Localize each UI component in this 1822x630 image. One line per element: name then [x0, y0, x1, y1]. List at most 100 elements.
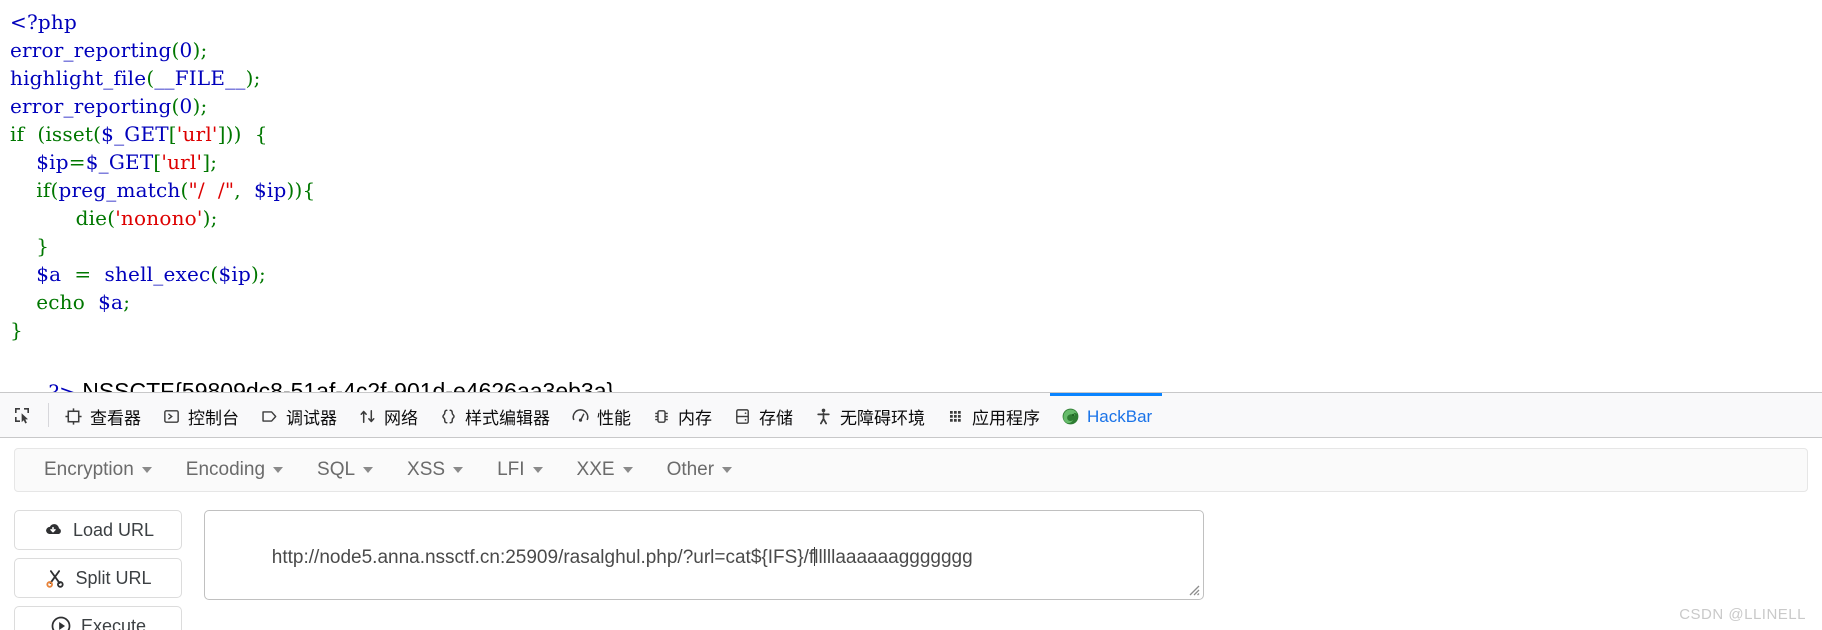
code-token: if [36, 178, 51, 202]
code-token: 0 [179, 94, 193, 118]
devtools-tab-debugger[interactable]: 调试器 [249, 393, 347, 437]
code-token: ) [245, 66, 254, 90]
code-token: { [302, 178, 316, 202]
code-token: 'url' [161, 150, 203, 174]
code-line: die('nonono'); [10, 204, 1822, 232]
devtools-tab-style-editor[interactable]: 样式编辑器 [428, 393, 560, 437]
devtools-tab-memory[interactable]: 内存 [641, 393, 722, 437]
accessibility-icon [813, 407, 833, 427]
code-line: <?php [10, 8, 1822, 36]
devtools-tab-storage[interactable]: 存储 [722, 393, 803, 437]
hackbar-menu-list: Encryption Encoding SQL XSS LFI XXE Other [27, 459, 749, 481]
code-token: preg_match [58, 178, 181, 202]
hackbar-menu-xss[interactable]: XSS [390, 459, 480, 481]
code-token: __FILE__ [154, 66, 246, 90]
code-line: $a = shell_exec($ip); [10, 260, 1822, 288]
chevron-down-icon [273, 467, 284, 473]
hackbar-menu-lfi[interactable]: LFI [480, 459, 559, 481]
code-line: error_reporting(0); [10, 92, 1822, 120]
devtools-tab-label: 内存 [678, 409, 712, 428]
devtools-tab-label: 样式编辑器 [465, 409, 550, 428]
code-line: highlight_file(__FILE__); [10, 64, 1822, 92]
devtools-tab-network[interactable]: 网络 [347, 393, 428, 437]
memory-icon [651, 407, 671, 427]
load-url-button[interactable]: Load URL [14, 510, 182, 550]
code-token: error_reporting [10, 94, 172, 118]
devtools-tab-accessibility[interactable]: 无障碍环境 [803, 393, 935, 437]
code-token: highlight_file [10, 66, 147, 90]
chevron-down-icon [363, 467, 374, 473]
code-token: } [10, 234, 50, 258]
devtools-tab-inspector[interactable]: 查看器 [53, 393, 151, 437]
code-token: $ip [218, 262, 251, 286]
code-token: $ip [36, 150, 69, 174]
split-url-button[interactable]: Split URL [14, 558, 182, 598]
code-line: } [10, 232, 1822, 260]
code-token: ( [93, 122, 102, 146]
execute-button[interactable]: Execute [14, 606, 182, 630]
element-picker-button[interactable] [0, 393, 44, 437]
code-lines: <?php error_reporting(0); highlight_file(_… [10, 8, 1822, 344]
url-input[interactable]: http://node5.anna.nssctf.cn:25909/rasalg… [204, 510, 1204, 600]
scissors-icon [44, 567, 66, 589]
devtools-toolbar: 查看器 控制台 调试器 网络 样式编辑器 性能 内存 存储 无障碍环境 应用程序 HackBar [0, 392, 1822, 438]
hackbar-firefox-icon [1060, 407, 1080, 427]
code-token: ; [210, 206, 218, 230]
devtools-tab-performance[interactable]: 性能 [560, 393, 641, 437]
code-token: ; [123, 290, 131, 314]
hackbar-menu-label: Encryption [44, 459, 134, 480]
code-token: } [10, 318, 23, 342]
hackbar-menu-encoding[interactable]: Encoding [169, 459, 300, 481]
hackbar-menu-other[interactable]: Other [650, 459, 750, 481]
code-token: ])) [217, 122, 242, 146]
devtools-tab-console[interactable]: 控制台 [151, 393, 249, 437]
code-line: echo $a; [10, 288, 1822, 316]
element-picker-icon [15, 408, 29, 424]
split-url-label: Split URL [75, 567, 152, 588]
code-token: ; [200, 38, 208, 62]
code-token: ( [24, 122, 46, 146]
devtools-tab-label: 存储 [759, 409, 793, 428]
devtools-tab-list: 查看器 控制台 调试器 网络 样式编辑器 性能 内存 存储 无障碍环境 应用程序 HackBar [53, 393, 1163, 437]
csdn-watermark: CSDN @LLINELL [1679, 606, 1806, 623]
devtools-tab-hackbar-firefox[interactable]: HackBar [1050, 393, 1163, 437]
storage-icon [732, 407, 752, 427]
hackbar-menu-sql[interactable]: SQL [300, 459, 390, 481]
hackbar-panel: Encryption Encoding SQL XSS LFI XXE Other Load… [0, 438, 1822, 630]
devtools-tab-application[interactable]: 应用程序 [935, 393, 1050, 437]
resize-grip-icon[interactable] [1184, 580, 1200, 596]
code-token: $a [36, 262, 62, 286]
php-source-listing: <?php error_reporting(0); highlight_file(_… [0, 0, 1822, 404]
console-icon [161, 407, 181, 427]
hackbar-menu-encryption[interactable]: Encryption [27, 459, 169, 481]
chevron-down-icon [453, 467, 464, 473]
code-token: ; [253, 66, 261, 90]
screenshot-root: <?php error_reporting(0); highlight_file(_… [0, 0, 1822, 630]
chevron-down-icon [722, 467, 733, 473]
code-token: 'url' [176, 122, 218, 146]
url-text-before-caret: http://node5.anna.nssctf.cn:25909/rasalg… [271, 547, 815, 568]
code-token: 0 [179, 38, 193, 62]
hackbar-action-buttons: Load URL Split URL Execute [14, 506, 182, 630]
code-token: ; [200, 94, 208, 118]
hackbar-menu-xxe[interactable]: XXE [560, 459, 650, 481]
execute-label: Execute [80, 615, 147, 630]
code-line: if(preg_match("/ /", $ip)){ [10, 176, 1822, 204]
code-token: $_GET [85, 150, 154, 174]
devtools-tab-label: 控制台 [188, 409, 239, 428]
code-token: [ [168, 122, 177, 146]
chevron-down-icon [141, 467, 152, 473]
hackbar-menu-label: LFI [497, 459, 525, 480]
code-token: if [10, 122, 25, 146]
load-url-label: Load URL [72, 519, 155, 540]
code-token: "/ /" [188, 178, 235, 202]
code-token: ; [258, 262, 266, 286]
code-token: $a [98, 290, 124, 314]
code-token: shell_exec [104, 262, 211, 286]
devtools-tab-label: 应用程序 [972, 409, 1040, 428]
